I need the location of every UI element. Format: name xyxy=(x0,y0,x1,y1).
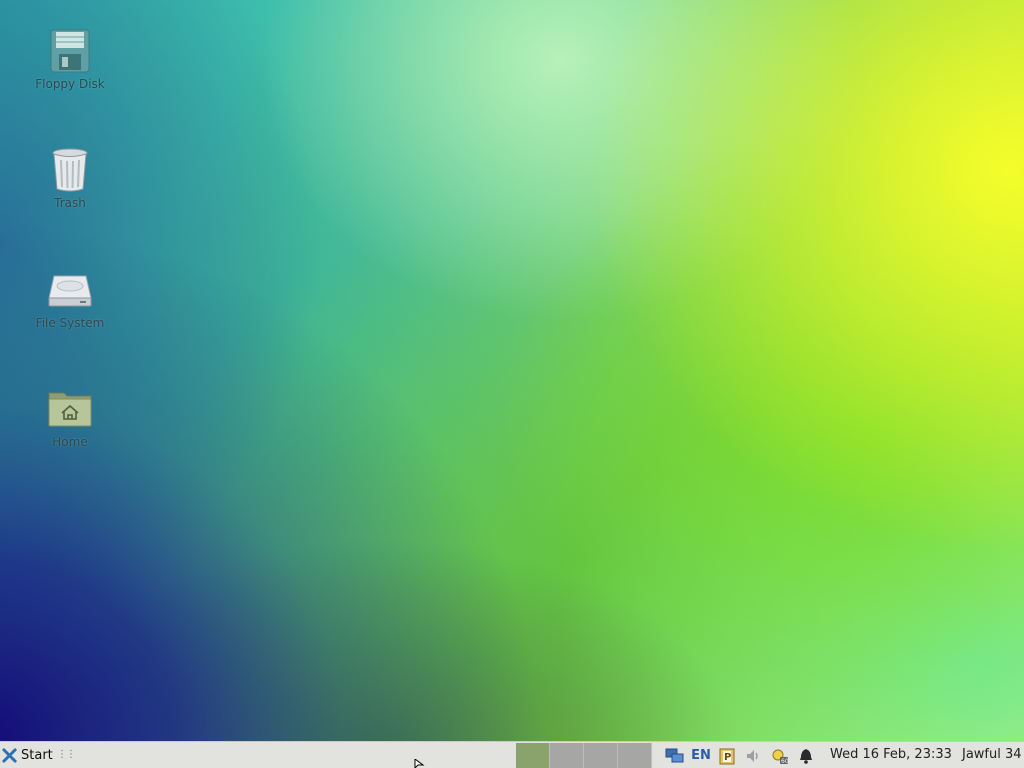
network-icon xyxy=(665,748,684,762)
trash-icon xyxy=(52,148,88,192)
bell-icon xyxy=(800,748,812,764)
workspace-2[interactable] xyxy=(550,743,584,768)
panel-grip[interactable]: ⋮⋮ xyxy=(57,749,76,760)
desktop-icon-label: File System xyxy=(35,316,105,330)
updates-icon: 60 xyxy=(772,749,789,765)
desktop-icon-file-system[interactable]: File System xyxy=(15,266,125,330)
workspace-1[interactable] xyxy=(516,743,550,768)
start-button[interactable]: Start xyxy=(2,745,53,766)
floppy-disk-icon xyxy=(50,29,90,73)
desktop-icon-home[interactable]: Home xyxy=(15,385,125,449)
desktop-wallpaper xyxy=(0,0,1024,741)
volume-tray[interactable] xyxy=(743,745,763,766)
hard-drive-icon xyxy=(48,275,92,307)
taskbar: Start ⋮⋮ EN P 60 Wed 16 Feb, 23:33 Jawfu… xyxy=(0,741,1024,768)
network-tray[interactable] xyxy=(664,745,686,766)
xfce-logo-icon xyxy=(2,748,17,763)
workspace-3[interactable] xyxy=(584,743,618,768)
keyboard-layout-label: EN xyxy=(691,748,711,763)
desktop-icon-label: Floppy Disk xyxy=(35,77,105,91)
home-folder-icon xyxy=(48,392,92,427)
notifications-tray[interactable] xyxy=(796,745,816,766)
clipboard-tray[interactable]: P xyxy=(717,745,737,766)
desktop-icon-trash[interactable]: Trash xyxy=(15,146,125,210)
volume-icon xyxy=(747,749,758,762)
svg-text:P: P xyxy=(724,752,731,763)
keyboard-layout-tray[interactable]: EN xyxy=(688,745,714,766)
clipboard-icon: P xyxy=(719,748,735,764)
mouse-cursor-icon xyxy=(414,759,425,768)
svg-text:60: 60 xyxy=(781,758,789,765)
desktop-icon-floppy-disk[interactable]: Floppy Disk xyxy=(15,27,125,91)
desktop-icon-label: Trash xyxy=(54,196,86,210)
desktop-icon-label: Home xyxy=(52,435,88,449)
desktop[interactable]: Floppy Disk Trash File System Home xyxy=(0,0,1024,741)
start-label: Start xyxy=(21,748,53,763)
workspace-4[interactable] xyxy=(618,743,652,768)
updates-tray[interactable]: 60 xyxy=(770,745,790,766)
user-name[interactable]: Jawful 34 xyxy=(962,747,1022,762)
clock[interactable]: Wed 16 Feb, 23:33 xyxy=(830,747,952,762)
